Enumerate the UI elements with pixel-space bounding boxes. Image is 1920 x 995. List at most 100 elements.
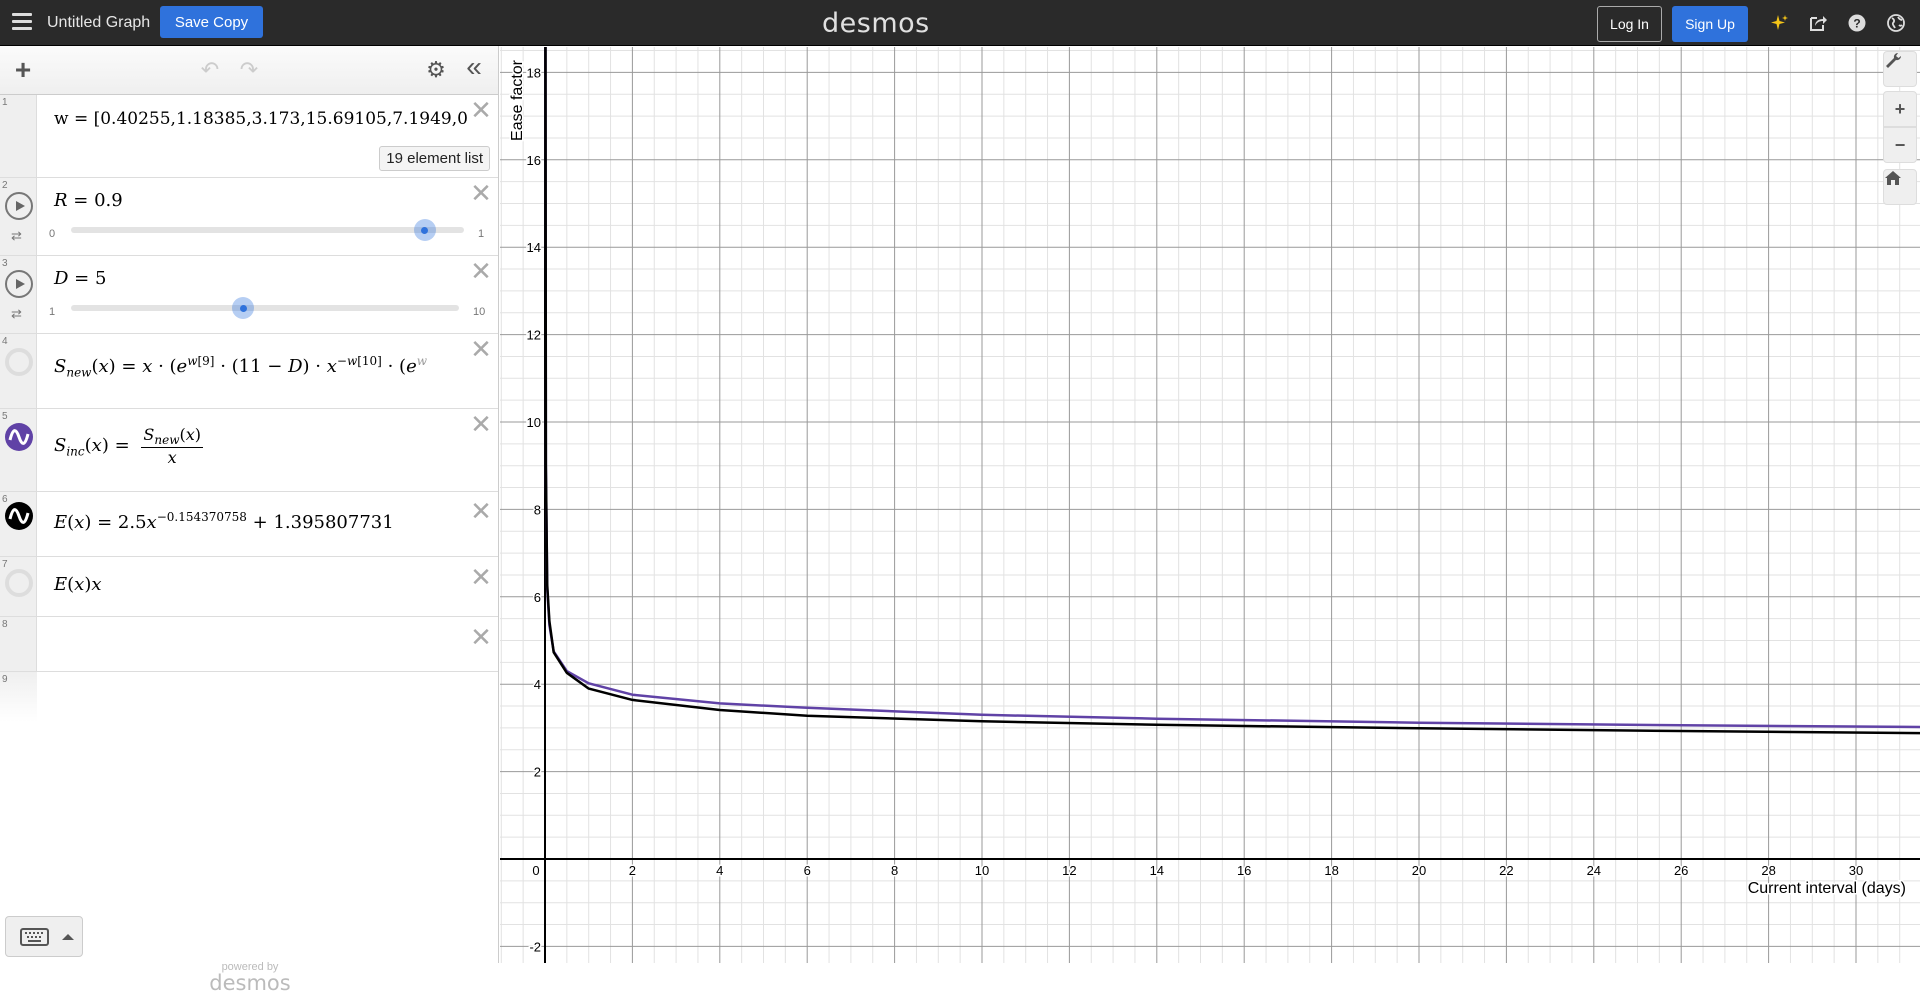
expression-gutter: 9 bbox=[0, 672, 37, 722]
expression-number: 7 bbox=[2, 559, 8, 570]
log-in-button[interactable]: Log In bbox=[1597, 6, 1662, 42]
slider-value: 5 bbox=[94, 268, 107, 289]
zoom-in-button[interactable]: + bbox=[1883, 91, 1917, 127]
expression-item[interactable]: 6 E(x) = 2.5x−0.154370758 + 1.395807731 … bbox=[0, 492, 498, 557]
hidden-graph-toggle-icon[interactable] bbox=[5, 348, 33, 376]
graph-settings-wrench-icon[interactable] bbox=[1883, 51, 1917, 87]
y-tick-label: 14 bbox=[527, 240, 541, 255]
x-tick-label: 16 bbox=[1237, 863, 1251, 878]
expression-number: 3 bbox=[2, 258, 8, 269]
home-view-icon[interactable] bbox=[1883, 169, 1917, 205]
loop-icon[interactable]: ⇄ bbox=[11, 228, 22, 244]
expression-item[interactable]: 4 Snew(x) = x · (ew[9] · (11 − D) · x−w[… bbox=[0, 334, 498, 409]
expression-item[interactable]: 7 E(x)x ✕ bbox=[0, 557, 498, 617]
sign-up-button[interactable]: Sign Up bbox=[1672, 6, 1748, 42]
graph-canvas[interactable]: 0 2 4 6 8 10 12 14 16 18 20 22 24 26 28 30 -2 2 4 6 8 10 12 14 1… bbox=[500, 47, 1920, 963]
expression-math[interactable]: w = [0.40255,1.18385,3.173,15.69105,7.19… bbox=[54, 109, 468, 129]
expression-gutter: 1 bbox=[0, 95, 37, 177]
slider-max[interactable]: 1 bbox=[478, 228, 484, 240]
slider-min[interactable]: 0 bbox=[49, 228, 55, 240]
slider-track[interactable] bbox=[71, 227, 464, 233]
list-size-badge: 19 element list bbox=[379, 146, 490, 171]
curve-e-x- bbox=[544, 47, 1920, 735]
curve-s-inc-x- bbox=[544, 47, 1920, 729]
slider-thumb[interactable] bbox=[413, 219, 436, 241]
play-slider-icon[interactable] bbox=[5, 270, 33, 298]
play-slider-icon[interactable] bbox=[5, 192, 33, 220]
y-tick-label: 2 bbox=[534, 765, 541, 780]
help-icon[interactable]: ? bbox=[1845, 11, 1869, 35]
purple-curve-toggle-icon[interactable] bbox=[5, 423, 33, 451]
expression-gutter: 4 bbox=[0, 334, 37, 408]
x-tick-label: 4 bbox=[716, 863, 723, 878]
expression-panel: + ↶ ↷ ⚙ « 1 w = [0.40255,1.18385,3.173,1… bbox=[0, 46, 499, 994]
delete-expression-icon[interactable]: ✕ bbox=[470, 412, 492, 438]
undo-button[interactable]: ↶ bbox=[197, 56, 223, 84]
minor-gridlines bbox=[500, 47, 1920, 963]
delete-expression-icon[interactable]: ✕ bbox=[470, 181, 492, 207]
menu-icon[interactable] bbox=[12, 13, 32, 31]
expression-item[interactable]: 8 ✕ bbox=[0, 617, 498, 672]
expression-item[interactable]: 3 ⇄ D = 5 ✕ 1 10 bbox=[0, 256, 498, 334]
hidden-graph-toggle-icon[interactable] bbox=[5, 569, 33, 597]
desmos-logo: desmos bbox=[822, 8, 930, 39]
add-expression-button[interactable]: + bbox=[10, 54, 36, 85]
delete-expression-icon[interactable]: ✕ bbox=[470, 625, 492, 651]
variable-name: R bbox=[54, 190, 68, 211]
delete-expression-icon[interactable]: ✕ bbox=[470, 499, 492, 525]
expression-item[interactable]: 1 w = [0.40255,1.18385,3.173,15.69105,7.… bbox=[0, 95, 498, 178]
y-tick-label: 16 bbox=[527, 153, 541, 168]
slider-track[interactable] bbox=[71, 305, 459, 311]
x-tick-label: 6 bbox=[804, 863, 811, 878]
slider-thumb[interactable] bbox=[232, 297, 255, 319]
exponent: −0.154370758 bbox=[156, 510, 247, 524]
delete-expression-icon[interactable]: ✕ bbox=[470, 337, 492, 363]
globe-icon[interactable] bbox=[1884, 11, 1908, 35]
expression-gutter: 8 bbox=[0, 617, 37, 671]
black-curve-toggle-icon[interactable] bbox=[5, 502, 33, 530]
expression-gutter: 2 ⇄ bbox=[0, 178, 37, 255]
sparkle-icon[interactable] bbox=[1768, 11, 1792, 35]
keyboard-toggle-button[interactable] bbox=[5, 916, 83, 957]
collapse-panel-button[interactable]: « bbox=[461, 51, 487, 82]
new-expression-item[interactable]: 9 bbox=[0, 672, 498, 722]
expression-math[interactable]: E(x)x bbox=[54, 574, 102, 595]
delete-expression-icon[interactable]: ✕ bbox=[470, 98, 492, 124]
share-icon[interactable] bbox=[1806, 11, 1830, 35]
x-tick-label: 26 bbox=[1674, 863, 1688, 878]
redo-button[interactable]: ↷ bbox=[236, 56, 262, 84]
graph-title[interactable]: Untitled Graph bbox=[47, 14, 150, 32]
y-tick-label: 12 bbox=[527, 328, 541, 343]
expression-math[interactable]: R = 0.9 bbox=[54, 190, 123, 211]
expression-item[interactable]: 2 ⇄ R = 0.9 ✕ 0 1 bbox=[0, 178, 498, 256]
slider-max[interactable]: 10 bbox=[473, 306, 485, 318]
expression-number: 8 bbox=[2, 619, 8, 630]
x-tick-label: 28 bbox=[1761, 863, 1775, 878]
coefficient: 2.5 bbox=[117, 512, 147, 533]
delete-expression-icon[interactable]: ✕ bbox=[470, 259, 492, 285]
expression-gutter: 3 ⇄ bbox=[0, 256, 37, 333]
expression-item[interactable]: 5 Sinc(x) = Snew(x) x ✕ bbox=[0, 409, 498, 492]
graph-plot[interactable]: 0 2 4 6 8 10 12 14 16 18 20 22 24 26 28 30-224681012141… bbox=[500, 47, 1920, 963]
x-tick-label: 10 bbox=[975, 863, 989, 878]
constant: 1.395807731 bbox=[273, 512, 394, 533]
expression-math[interactable]: E(x) = 2.5x−0.154370758 + 1.395807731 bbox=[54, 510, 394, 533]
settings-gear-icon[interactable]: ⚙ bbox=[423, 56, 449, 84]
expression-math[interactable]: D = 5 bbox=[54, 268, 106, 289]
expression-toolbar: + ↶ ↷ ⚙ « bbox=[0, 46, 498, 95]
expression-gutter: 6 bbox=[0, 492, 37, 556]
expression-number: 2 bbox=[2, 180, 8, 191]
expression-math[interactable]: Snew(x) = x · (ew[9] · (11 − D) · x−w[10… bbox=[54, 354, 427, 380]
loop-icon[interactable]: ⇄ bbox=[11, 306, 22, 322]
slider-min[interactable]: 1 bbox=[49, 306, 55, 318]
expression-number: 4 bbox=[2, 336, 8, 347]
save-copy-button[interactable]: Save Copy bbox=[160, 6, 263, 38]
expression-math[interactable]: Sinc(x) = Snew(x) x bbox=[54, 425, 203, 467]
zoom-out-button[interactable]: − bbox=[1883, 127, 1917, 163]
y-tick-label: 8 bbox=[534, 502, 541, 517]
expression-number: 1 bbox=[2, 97, 8, 108]
x-tick-label: 8 bbox=[891, 863, 898, 878]
delete-expression-icon[interactable]: ✕ bbox=[470, 565, 492, 591]
x-tick-label: 22 bbox=[1499, 863, 1513, 878]
slider-value: 0.9 bbox=[94, 190, 123, 211]
